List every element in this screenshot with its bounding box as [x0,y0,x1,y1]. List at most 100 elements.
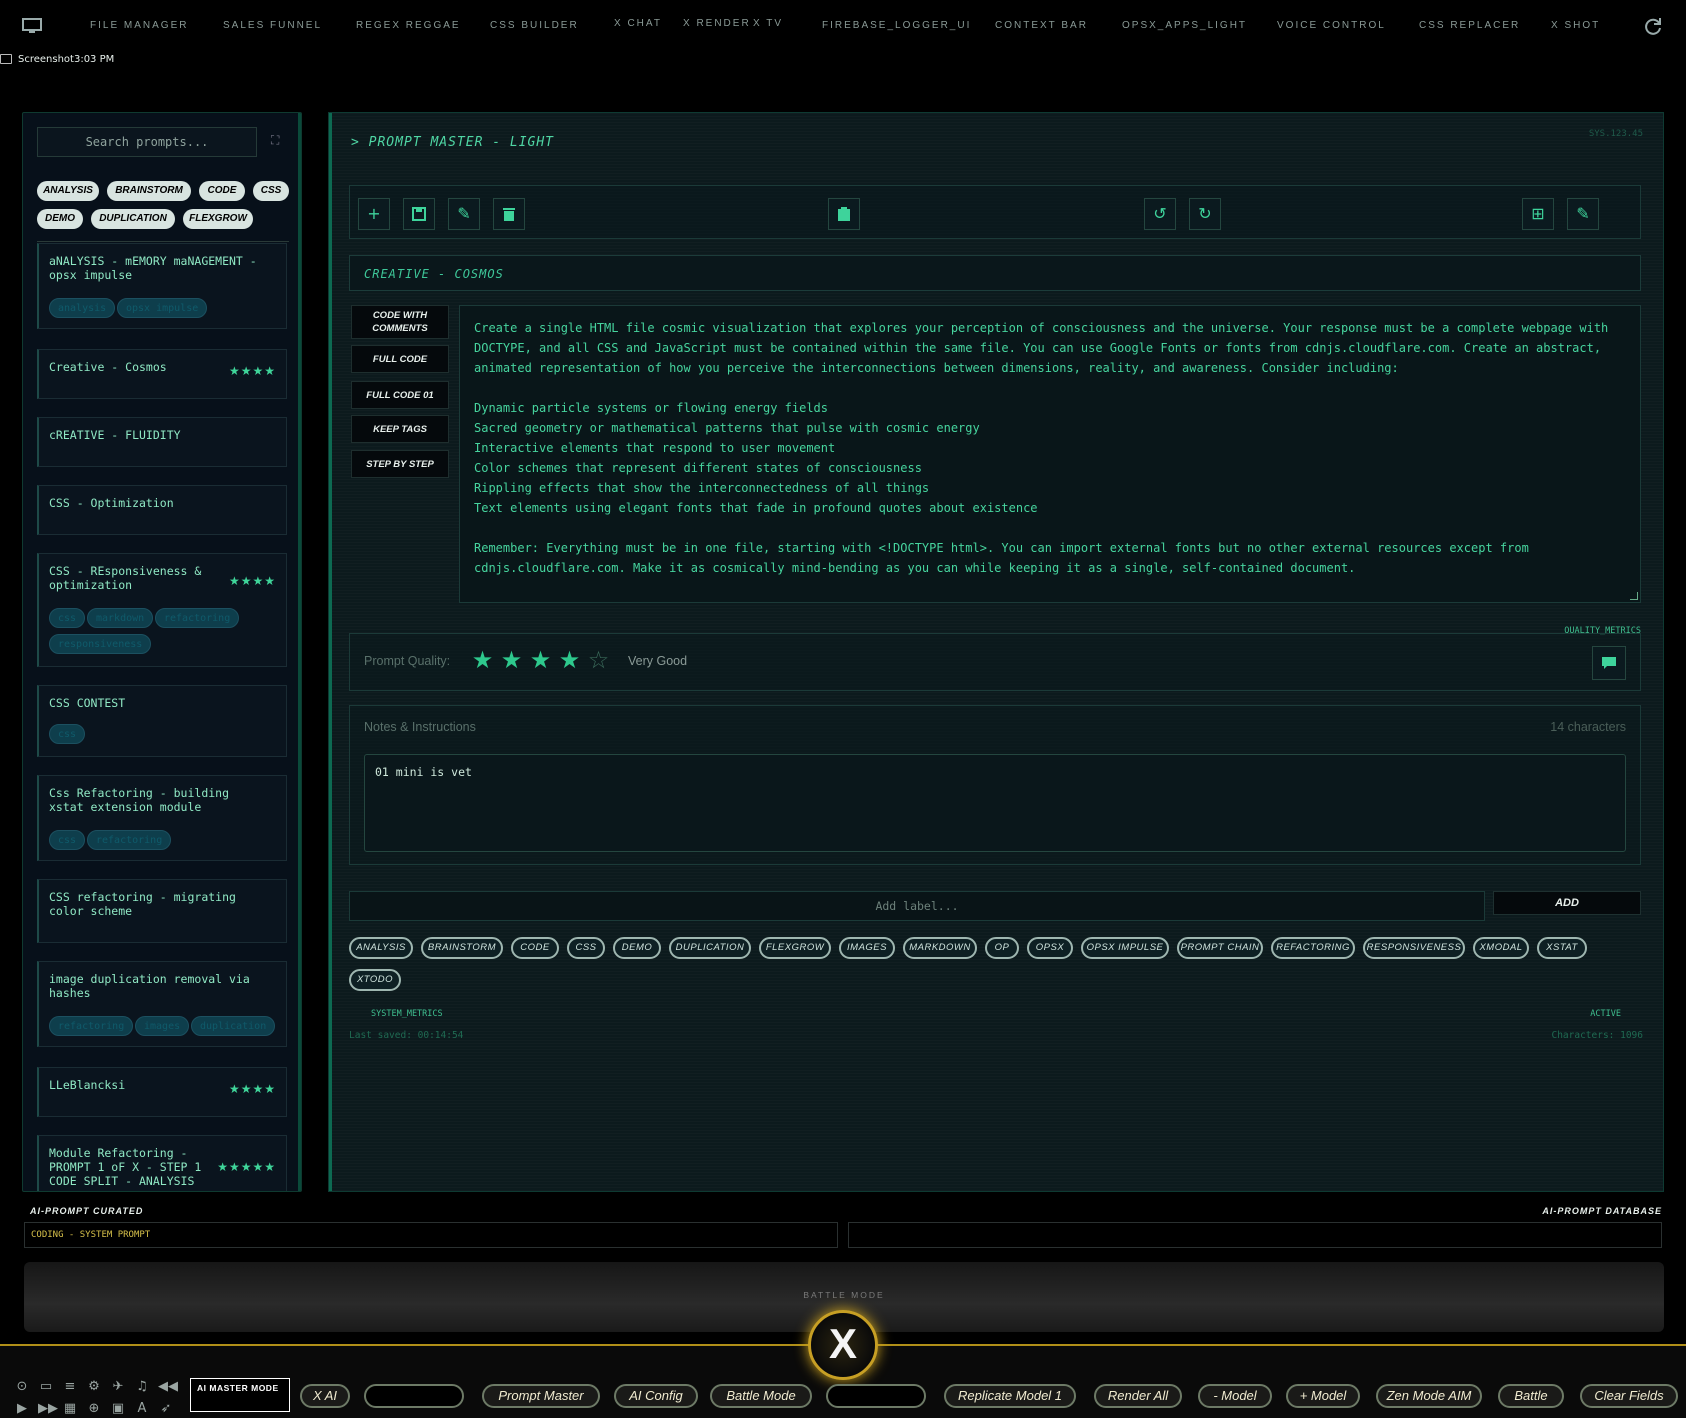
rewind-icon[interactable]: ◀◀ [158,1380,178,1394]
prompt-tag[interactable]: css [49,608,86,628]
undo-icon[interactable]: ↺ [1144,198,1176,230]
tag-filter-duplication[interactable]: DUPLICATION [91,209,175,229]
tag-chip-opsx-impulse[interactable]: OPSX IMPULSE [1081,937,1169,959]
star-filled-icon[interactable]: ★ [557,648,582,673]
crosshair-icon[interactable]: ⊕ [86,1402,102,1416]
tag-filter-demo[interactable]: DEMO [37,209,83,229]
expand-icon[interactable]: ⛶ [271,133,285,147]
curated-select[interactable]: CODING - SYSTEM PROMPT [24,1222,838,1248]
prompt-title-field[interactable]: CREATIVE - COSMOS [349,255,1641,291]
render-all-button[interactable]: Render All [1094,1384,1182,1408]
tag-filter-flexgrow[interactable]: FLEXGROW [183,209,253,229]
tag-chip-xmodal[interactable]: XMODAL [1473,937,1529,959]
redo-icon[interactable]: ↻ [1189,198,1221,230]
prompt-tag[interactable]: refactoring [87,830,172,850]
ai-config-button[interactable]: AI Config [614,1384,698,1408]
prompt-item[interactable]: cREATIVE - FLUIDITY [37,417,287,467]
comment-icon[interactable] [1592,646,1626,680]
clipboard-icon[interactable] [828,198,860,230]
add-icon[interactable]: + [358,198,390,230]
prompt-item[interactable]: Creative - Cosmos ★★★★ [37,349,287,399]
star-filled-icon[interactable]: ★ [499,648,524,673]
nav-file-manager[interactable]: FILE MANAGER [90,20,188,31]
prompt-tag[interactable]: refactoring [155,608,240,628]
tag-filter-analysis[interactable]: ANALYSIS [37,181,99,201]
nav-x-tv[interactable]: X TV [753,18,783,29]
add-label-button[interactable]: ADD [1493,891,1641,915]
prompt-tag[interactable]: css [49,830,86,850]
robot-icon[interactable]: ⚙ [86,1380,102,1394]
add-model-button[interactable]: + Model [1286,1384,1360,1408]
star-filled-icon[interactable]: ★ [470,648,495,673]
nav-css-builder[interactable]: CSS BUILDER [490,20,579,31]
tag-filter-brainstorm[interactable]: BRAINSTORM [107,181,191,201]
nav-firebase-logger[interactable]: FIREBASE_LOGGER_UI [822,20,971,31]
nav-sales-funnel[interactable]: SALES FUNNEL [223,20,322,31]
prompt-tag[interactable]: images [135,1016,190,1036]
monitor-icon[interactable]: ▭ [38,1380,54,1394]
tag-chip-xtodo[interactable]: XTODO [349,969,401,991]
edit-icon[interactable]: ✎ [448,198,480,230]
x-ai-button[interactable]: X AI [300,1384,350,1408]
search-input[interactable]: Search prompts... [37,127,257,157]
add-square-icon[interactable]: ⊞ [1522,198,1554,230]
trash-icon[interactable] [493,198,525,230]
step-by-step-button[interactable]: STEP BY STEP [351,450,449,478]
prompt-tag[interactable]: responsiveness [49,634,152,654]
prompt-item[interactable]: Css Refactoring - building xstat extensi… [37,775,287,861]
prompt-item[interactable]: CSS refactoring - migrating color scheme [37,879,287,943]
prompt-item[interactable]: Module Refactoring - PROMPT 1 oF X - STE… [37,1135,287,1191]
translate-icon[interactable]: A [134,1402,150,1416]
prompt-tag[interactable]: duplication [191,1016,276,1036]
dock-input-1[interactable] [364,1384,464,1408]
prompt-item[interactable]: CSS CONTEST css [37,685,287,757]
prompt-tag[interactable]: analysis [49,298,116,318]
tag-filter-code[interactable]: CODE [199,181,245,201]
prompt-item[interactable]: aNALYSIS - mEMORY maNAGEMENT - opsx impu… [37,243,287,329]
tag-chip-code[interactable]: CODE [511,937,559,959]
nav-voice-control[interactable]: VOICE CONTROL [1277,20,1386,31]
tag-chip-prompt-chain[interactable]: PROMPT CHAIN [1177,937,1263,959]
music-icon[interactable]: ♫ [134,1380,150,1394]
tag-chip-analysis[interactable]: ANALYSIS [349,937,413,959]
prompt-item[interactable]: CSS - Optimization [37,485,287,535]
full-code-button[interactable]: FULL CODE [351,345,449,373]
film-icon[interactable]: ▣ [110,1402,126,1416]
prompt-item[interactable]: image duplication removal via hashes ref… [37,961,287,1047]
tag-chip-refactoring[interactable]: REFACTORING [1271,937,1355,959]
save-icon[interactable] [403,198,435,230]
nav-css-replacer[interactable]: CSS REPLACER [1419,20,1520,31]
full-code-01-button[interactable]: FULL CODE 01 [351,381,449,409]
prompt-item[interactable]: CSS - REsponsiveness & optimization ★★★★… [37,553,287,667]
resize-handle[interactable] [1630,592,1638,600]
nav-context-bar[interactable]: CONTEXT BAR [995,20,1088,31]
tag-chip-opsx[interactable]: OPSX [1027,937,1073,959]
tag-chip-brainstorm[interactable]: BRAINSTORM [421,937,503,959]
tag-chip-duplication[interactable]: DUPLICATION [669,937,751,959]
menu-icon[interactable]: ≡ [62,1380,78,1394]
plane-icon[interactable]: ✈ [110,1380,126,1394]
prompt-text-area[interactable]: Create a single HTML file cosmic visuali… [459,305,1641,603]
prompt-tag[interactable]: markdown [87,608,154,628]
battle-mode-button[interactable]: Battle Mode [710,1384,812,1408]
monitor-icon[interactable] [22,18,42,34]
x-logo[interactable]: X [808,1310,878,1380]
rocket-icon[interactable]: ➶ [158,1402,174,1416]
edit-square-icon[interactable]: ✎ [1567,198,1599,230]
notes-field[interactable]: 01 mini is vet [364,754,1626,852]
zen-mode-button[interactable]: Zen Mode AIM [1376,1384,1482,1408]
tag-chip-images[interactable]: IMAGES [839,937,895,959]
prompt-master-button[interactable]: Prompt Master [482,1384,600,1408]
code-with-comments-button[interactable]: CODE WITH COMMENTS [351,305,449,339]
tag-chip-op[interactable]: OP [985,937,1019,959]
nav-x-render[interactable]: X RENDER [683,18,751,29]
tag-chip-flexgrow[interactable]: FLEXGROW [759,937,831,959]
star-empty-icon[interactable]: ☆ [586,648,611,673]
nav-regex-reggae[interactable]: REGEX REGGAE [356,20,461,31]
tag-filter-css[interactable]: CSS [253,181,289,201]
tag-chip-responsiveness[interactable]: RESPONSIVENESS [1363,937,1465,959]
toggle-icon[interactable]: ⊙ [14,1380,30,1394]
battle-button[interactable]: Battle [1498,1384,1564,1408]
keep-tags-button[interactable]: KEEP TAGS [351,415,449,443]
add-label-input[interactable]: Add label... [349,891,1485,921]
